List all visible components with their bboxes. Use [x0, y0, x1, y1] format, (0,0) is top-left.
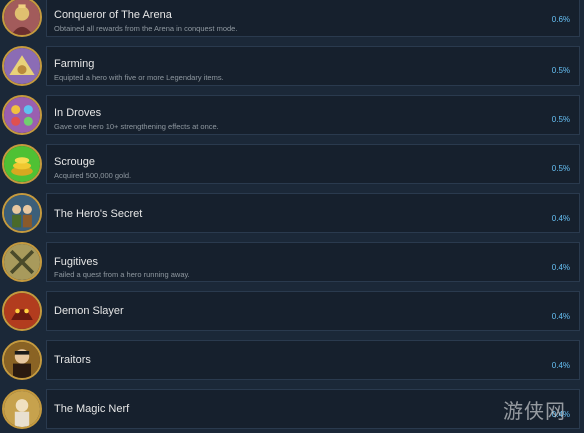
achievement-row[interactable]: Scrouge Acquired 500,000 gold. 0.5% — [0, 144, 584, 193]
achievement-row[interactable]: Farming Equipted a hero with five or mor… — [0, 46, 584, 95]
achievement-name: Scrouge — [54, 156, 95, 168]
achievement-percent: 0.4% — [551, 214, 570, 223]
achievement-description: Gave one hero 10+ strengthening effects … — [54, 122, 219, 131]
achievement-row[interactable]: Demon Slayer 0.4% — [0, 291, 584, 340]
crossed-swords-icon — [2, 242, 42, 282]
farming-icon — [2, 46, 42, 86]
achievement-name: The Magic Nerf — [54, 403, 130, 415]
achievement-row[interactable]: Conqueror of The Arena Obtained all rewa… — [0, 0, 584, 46]
achievement-name: Traitors — [54, 354, 91, 366]
achievement-percent: 0.4% — [551, 263, 570, 272]
achievement-name: In Droves — [54, 107, 102, 119]
achievement-percent: 0.5% — [551, 164, 570, 173]
achievement-description: Equipted a hero with five or more Legend… — [54, 73, 224, 82]
achievement-row[interactable]: The Magic Nerf 0.4% — [0, 389, 584, 433]
achievement-percent: 0.6% — [551, 15, 570, 24]
achievement-percent: 0.5% — [551, 115, 570, 124]
achievement-percent: 0.5% — [551, 66, 570, 75]
achievement-name: Fugitives — [54, 256, 99, 268]
demon-icon — [2, 291, 42, 331]
achievement-percent: 0.4% — [551, 361, 570, 370]
achievement-row[interactable]: The Hero's Secret 0.4% — [0, 193, 584, 242]
traitor-icon — [2, 340, 42, 380]
magic-nerf-icon — [2, 389, 42, 429]
watermark-logo: 游侠网 — [503, 399, 566, 423]
achievement-list: Conqueror of The Arena Obtained all rewa… — [0, 0, 584, 433]
achievement-name: Conqueror of The Arena — [54, 9, 172, 21]
gold-coins-icon — [2, 144, 42, 184]
achievement-name: Farming — [54, 58, 95, 70]
in-droves-icon — [2, 95, 42, 135]
achievement-row[interactable]: Fugitives Failed a quest from a hero run… — [0, 242, 584, 291]
achievement-row[interactable]: In Droves Gave one hero 10+ strengthenin… — [0, 95, 584, 144]
achievement-description: Failed a quest from a hero running away. — [54, 270, 190, 279]
achievement-name: The Hero's Secret — [54, 208, 143, 220]
achievement-percent: 0.4% — [551, 312, 570, 321]
achievement-card — [46, 291, 580, 331]
arena-conqueror-icon — [2, 0, 42, 37]
achievement-description: Acquired 500,000 gold. — [54, 171, 132, 180]
heroes-secret-icon — [2, 193, 42, 233]
achievement-card — [46, 340, 580, 380]
achievement-description: Obtained all rewards from the Arena in c… — [54, 24, 238, 33]
achievement-name: Demon Slayer — [54, 305, 124, 317]
achievement-row[interactable]: Traitors 0.4% — [0, 340, 584, 389]
